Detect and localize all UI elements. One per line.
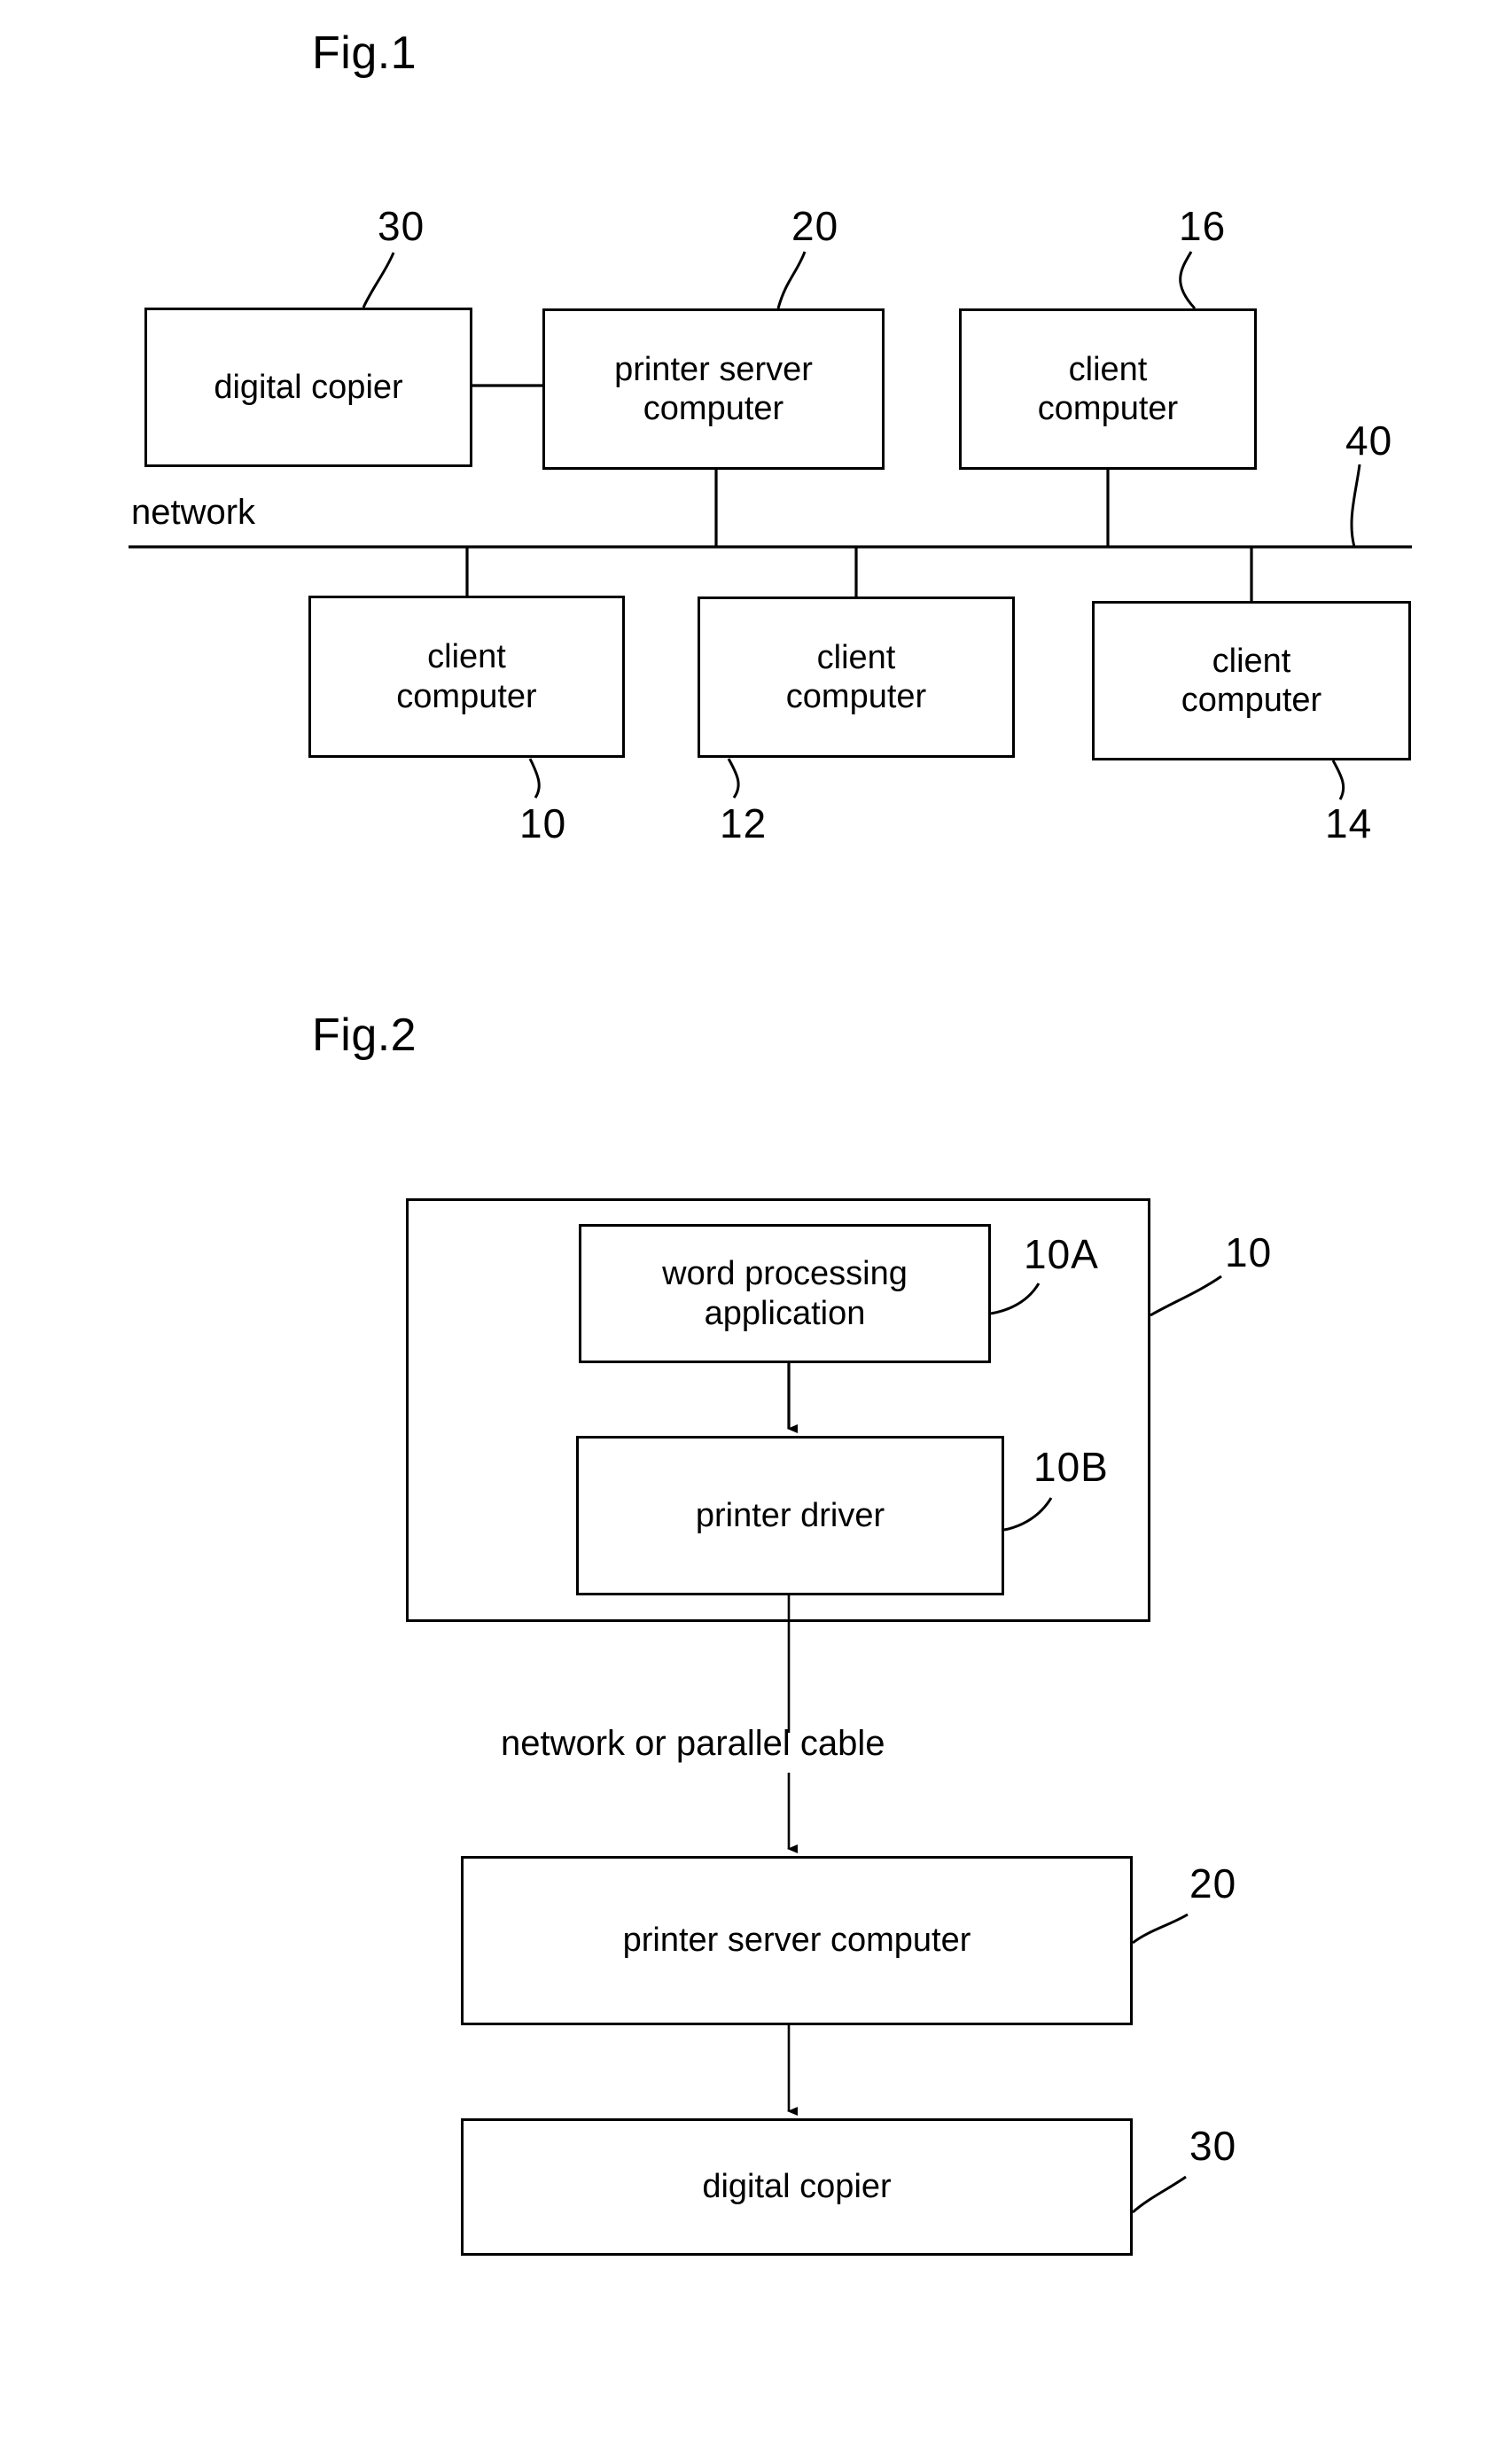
fig1-box-client-computer-14-label: client computer	[1181, 642, 1322, 719]
fig2-box-word-processing-application-label: word processing application	[662, 1255, 908, 1332]
figure-2-title: Fig.2	[312, 1010, 417, 1061]
fig1-box-client-computer-12-label: client computer	[785, 638, 927, 715]
fig1-ref-14: 14	[1325, 800, 1373, 846]
fig1-network-bus-label: network	[131, 493, 256, 532]
fig1-ref-20: 20	[791, 203, 839, 249]
fig1-box-client-computer-12: client computer	[698, 597, 1015, 758]
fig2-box-printer-server-computer-label: printer server computer	[622, 1922, 971, 1960]
fig1-box-client-computer-16: client computer	[959, 308, 1257, 470]
fig1-box-client-computer-14: client computer	[1092, 601, 1411, 760]
fig2-ref-10B: 10B	[1033, 1444, 1109, 1490]
fig2-ref-10: 10	[1225, 1229, 1273, 1275]
fig1-ref-40: 40	[1345, 417, 1393, 464]
fig1-box-digital-copier-label: digital copier	[214, 368, 403, 406]
fig1-ref-16: 16	[1179, 203, 1227, 249]
fig2-leader-20	[1132, 1913, 1189, 1945]
fig2-box-word-processing-application: word processing application	[579, 1224, 991, 1363]
fig2-ref-30: 30	[1189, 2123, 1237, 2169]
figure-1-title: Fig.1	[312, 27, 417, 79]
fig2-box-printer-driver: printer driver	[576, 1436, 1004, 1595]
fig1-box-printer-server-computer-label: printer server computer	[614, 350, 813, 427]
fig1-leader-16	[1179, 251, 1197, 310]
fig2-leader-30	[1132, 2175, 1187, 2214]
fig1-leader-30	[362, 252, 395, 308]
fig2-box-digital-copier-label: digital copier	[702, 2168, 892, 2206]
fig1-leader-20	[776, 251, 807, 309]
fig1-box-client-computer-10: client computer	[308, 596, 625, 758]
fig1-box-client-computer-10-label: client computer	[396, 638, 537, 715]
fig1-ref-10: 10	[519, 800, 567, 846]
patent-figure-sheet: Fig.1 digital copier printer server comp…	[0, 0, 1489, 2464]
fig1-leader-10	[528, 758, 541, 799]
fig1-box-printer-server-computer: printer server computer	[542, 308, 885, 470]
fig1-leader-40	[1350, 464, 1361, 548]
fig1-leader-12	[727, 758, 740, 799]
fig2-ref-20: 20	[1189, 1860, 1237, 1906]
fig2-leader-10	[1150, 1275, 1222, 1317]
fig1-leader-14	[1331, 760, 1345, 800]
fig2-cable-label: network or parallel cable	[501, 1724, 885, 1763]
fig1-box-digital-copier: digital copier	[144, 308, 472, 467]
fig1-box-client-computer-16-label: client computer	[1037, 350, 1179, 427]
fig2-ref-10A: 10A	[1024, 1231, 1099, 1277]
fig1-ref-12: 12	[720, 800, 768, 846]
fig1-ref-30: 30	[378, 203, 425, 249]
fig2-box-digital-copier: digital copier	[461, 2118, 1133, 2256]
fig2-box-printer-driver-label: printer driver	[695, 1496, 885, 1534]
fig2-box-printer-server-computer: printer server computer	[461, 1856, 1133, 2025]
